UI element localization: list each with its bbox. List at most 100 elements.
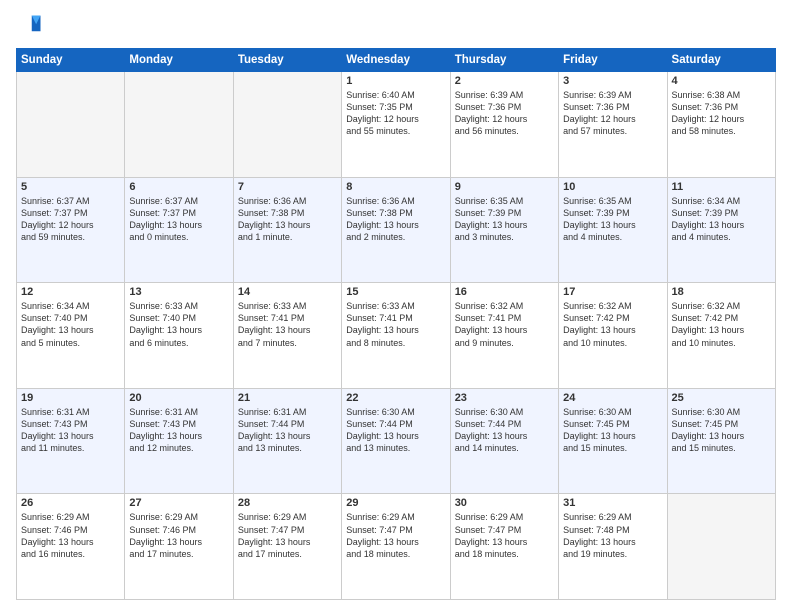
calendar-cell: 29 Sunrise: 6:29 AM Sunset: 7:47 PM Dayli… bbox=[342, 494, 450, 600]
calendar-cell: 24 Sunrise: 6:30 AM Sunset: 7:45 PM Dayli… bbox=[559, 388, 667, 494]
day-number: 29 bbox=[346, 497, 445, 509]
day-info: Sunrise: 6:33 AM Sunset: 7:40 PM Dayligh… bbox=[129, 300, 228, 349]
day-info: Sunrise: 6:36 AM Sunset: 7:38 PM Dayligh… bbox=[346, 195, 445, 244]
day-info: Sunrise: 6:33 AM Sunset: 7:41 PM Dayligh… bbox=[346, 300, 445, 349]
day-number: 12 bbox=[21, 286, 120, 298]
calendar-cell bbox=[667, 494, 775, 600]
calendar-cell: 7 Sunrise: 6:36 AM Sunset: 7:38 PM Daylig… bbox=[233, 177, 341, 283]
calendar-cell: 5 Sunrise: 6:37 AM Sunset: 7:37 PM Daylig… bbox=[17, 177, 125, 283]
day-info: Sunrise: 6:34 AM Sunset: 7:40 PM Dayligh… bbox=[21, 300, 120, 349]
calendar-cell bbox=[233, 72, 341, 178]
page: SundayMondayTuesdayWednesdayThursdayFrid… bbox=[0, 0, 792, 612]
calendar-week-2: 5 Sunrise: 6:37 AM Sunset: 7:37 PM Daylig… bbox=[17, 177, 776, 283]
day-info: Sunrise: 6:31 AM Sunset: 7:44 PM Dayligh… bbox=[238, 406, 337, 455]
day-number: 22 bbox=[346, 392, 445, 404]
day-number: 13 bbox=[129, 286, 228, 298]
header bbox=[16, 12, 776, 40]
day-info: Sunrise: 6:32 AM Sunset: 7:42 PM Dayligh… bbox=[563, 300, 662, 349]
day-info: Sunrise: 6:34 AM Sunset: 7:39 PM Dayligh… bbox=[672, 195, 771, 244]
day-number: 24 bbox=[563, 392, 662, 404]
day-number: 10 bbox=[563, 181, 662, 193]
calendar-cell: 13 Sunrise: 6:33 AM Sunset: 7:40 PM Dayli… bbox=[125, 283, 233, 389]
logo-icon bbox=[16, 12, 44, 40]
day-number: 19 bbox=[21, 392, 120, 404]
calendar-cell: 18Sunrise: 6:32 AM Sunset: 7:42 PM Dayli… bbox=[667, 283, 775, 389]
day-info: Sunrise: 6:31 AM Sunset: 7:43 PM Dayligh… bbox=[129, 406, 228, 455]
calendar-cell: 17 Sunrise: 6:32 AM Sunset: 7:42 PM Dayli… bbox=[559, 283, 667, 389]
calendar-cell: 12 Sunrise: 6:34 AM Sunset: 7:40 PM Dayli… bbox=[17, 283, 125, 389]
day-number: 30 bbox=[455, 497, 554, 509]
day-info: Sunrise: 6:33 AM Sunset: 7:41 PM Dayligh… bbox=[238, 300, 337, 349]
day-info: Sunrise: 6:39 AM Sunset: 7:36 PM Dayligh… bbox=[455, 89, 554, 138]
day-number: 14 bbox=[238, 286, 337, 298]
day-info: Sunrise: 6:36 AM Sunset: 7:38 PM Dayligh… bbox=[238, 195, 337, 244]
day-info: Sunrise: 6:35 AM Sunset: 7:39 PM Dayligh… bbox=[563, 195, 662, 244]
calendar-cell: 25 Sunrise: 6:30 AM Sunset: 7:45 PM Dayli… bbox=[667, 388, 775, 494]
day-info: Sunrise: 6:37 AM Sunset: 7:37 PM Dayligh… bbox=[21, 195, 120, 244]
day-info: Sunrise: 6:30 AM Sunset: 7:44 PM Dayligh… bbox=[346, 406, 445, 455]
calendar-cell: 31Sunrise: 6:29 AM Sunset: 7:48 PM Dayli… bbox=[559, 494, 667, 600]
calendar-cell: 26 Sunrise: 6:29 AM Sunset: 7:46 PM Dayli… bbox=[17, 494, 125, 600]
day-number: 16 bbox=[455, 286, 554, 298]
day-info: Sunrise: 6:39 AM Sunset: 7:36 PM Dayligh… bbox=[563, 89, 662, 138]
calendar-table: SundayMondayTuesdayWednesdayThursdayFrid… bbox=[16, 48, 776, 600]
calendar-cell bbox=[125, 72, 233, 178]
day-info: Sunrise: 6:40 AM Sunset: 7:35 PM Dayligh… bbox=[346, 89, 445, 138]
day-info: Sunrise: 6:32 AM Sunset: 7:42 PM Dayligh… bbox=[672, 300, 771, 349]
day-number: 2 bbox=[455, 75, 554, 87]
day-info: Sunrise: 6:32 AM Sunset: 7:41 PM Dayligh… bbox=[455, 300, 554, 349]
calendar-cell: 15 Sunrise: 6:33 AM Sunset: 7:41 PM Dayli… bbox=[342, 283, 450, 389]
col-header-monday: Monday bbox=[125, 49, 233, 72]
calendar-cell: 3Sunrise: 6:39 AM Sunset: 7:36 PM Daylig… bbox=[559, 72, 667, 178]
day-number: 28 bbox=[238, 497, 337, 509]
day-info: Sunrise: 6:31 AM Sunset: 7:43 PM Dayligh… bbox=[21, 406, 120, 455]
calendar-week-1: 1 Sunrise: 6:40 AM Sunset: 7:35 PM Daylig… bbox=[17, 72, 776, 178]
day-info: Sunrise: 6:29 AM Sunset: 7:47 PM Dayligh… bbox=[455, 511, 554, 560]
day-number: 4 bbox=[672, 75, 771, 87]
calendar-cell: 28 Sunrise: 6:29 AM Sunset: 7:47 PM Dayli… bbox=[233, 494, 341, 600]
calendar-cell: 11Sunrise: 6:34 AM Sunset: 7:39 PM Dayli… bbox=[667, 177, 775, 283]
logo bbox=[16, 12, 48, 40]
col-header-saturday: Saturday bbox=[667, 49, 775, 72]
col-header-sunday: Sunday bbox=[17, 49, 125, 72]
day-number: 1 bbox=[346, 75, 445, 87]
day-info: Sunrise: 6:29 AM Sunset: 7:47 PM Dayligh… bbox=[346, 511, 445, 560]
day-number: 8 bbox=[346, 181, 445, 193]
calendar-cell: 20 Sunrise: 6:31 AM Sunset: 7:43 PM Dayli… bbox=[125, 388, 233, 494]
day-number: 21 bbox=[238, 392, 337, 404]
calendar-week-3: 12 Sunrise: 6:34 AM Sunset: 7:40 PM Dayli… bbox=[17, 283, 776, 389]
calendar-cell: 14 Sunrise: 6:33 AM Sunset: 7:41 PM Dayli… bbox=[233, 283, 341, 389]
calendar-cell: 19 Sunrise: 6:31 AM Sunset: 7:43 PM Dayli… bbox=[17, 388, 125, 494]
day-number: 31 bbox=[563, 497, 662, 509]
calendar-week-5: 26 Sunrise: 6:29 AM Sunset: 7:46 PM Dayli… bbox=[17, 494, 776, 600]
day-number: 26 bbox=[21, 497, 120, 509]
header-row: SundayMondayTuesdayWednesdayThursdayFrid… bbox=[17, 49, 776, 72]
day-number: 5 bbox=[21, 181, 120, 193]
day-number: 25 bbox=[672, 392, 771, 404]
day-number: 15 bbox=[346, 286, 445, 298]
day-info: Sunrise: 6:29 AM Sunset: 7:46 PM Dayligh… bbox=[21, 511, 120, 560]
day-info: Sunrise: 6:35 AM Sunset: 7:39 PM Dayligh… bbox=[455, 195, 554, 244]
day-number: 6 bbox=[129, 181, 228, 193]
calendar-cell: 8 Sunrise: 6:36 AM Sunset: 7:38 PM Daylig… bbox=[342, 177, 450, 283]
day-number: 7 bbox=[238, 181, 337, 193]
day-number: 23 bbox=[455, 392, 554, 404]
day-info: Sunrise: 6:38 AM Sunset: 7:36 PM Dayligh… bbox=[672, 89, 771, 138]
calendar-cell: 9 Sunrise: 6:35 AM Sunset: 7:39 PM Daylig… bbox=[450, 177, 558, 283]
day-number: 27 bbox=[129, 497, 228, 509]
day-info: Sunrise: 6:29 AM Sunset: 7:46 PM Dayligh… bbox=[129, 511, 228, 560]
col-header-wednesday: Wednesday bbox=[342, 49, 450, 72]
day-number: 20 bbox=[129, 392, 228, 404]
col-header-friday: Friday bbox=[559, 49, 667, 72]
day-number: 17 bbox=[563, 286, 662, 298]
calendar-cell: 23Sunrise: 6:30 AM Sunset: 7:44 PM Dayli… bbox=[450, 388, 558, 494]
day-info: Sunrise: 6:37 AM Sunset: 7:37 PM Dayligh… bbox=[129, 195, 228, 244]
day-info: Sunrise: 6:30 AM Sunset: 7:45 PM Dayligh… bbox=[563, 406, 662, 455]
day-info: Sunrise: 6:29 AM Sunset: 7:47 PM Dayligh… bbox=[238, 511, 337, 560]
calendar-week-4: 19 Sunrise: 6:31 AM Sunset: 7:43 PM Dayli… bbox=[17, 388, 776, 494]
day-number: 9 bbox=[455, 181, 554, 193]
col-header-tuesday: Tuesday bbox=[233, 49, 341, 72]
col-header-thursday: Thursday bbox=[450, 49, 558, 72]
day-info: Sunrise: 6:30 AM Sunset: 7:45 PM Dayligh… bbox=[672, 406, 771, 455]
calendar-cell bbox=[17, 72, 125, 178]
